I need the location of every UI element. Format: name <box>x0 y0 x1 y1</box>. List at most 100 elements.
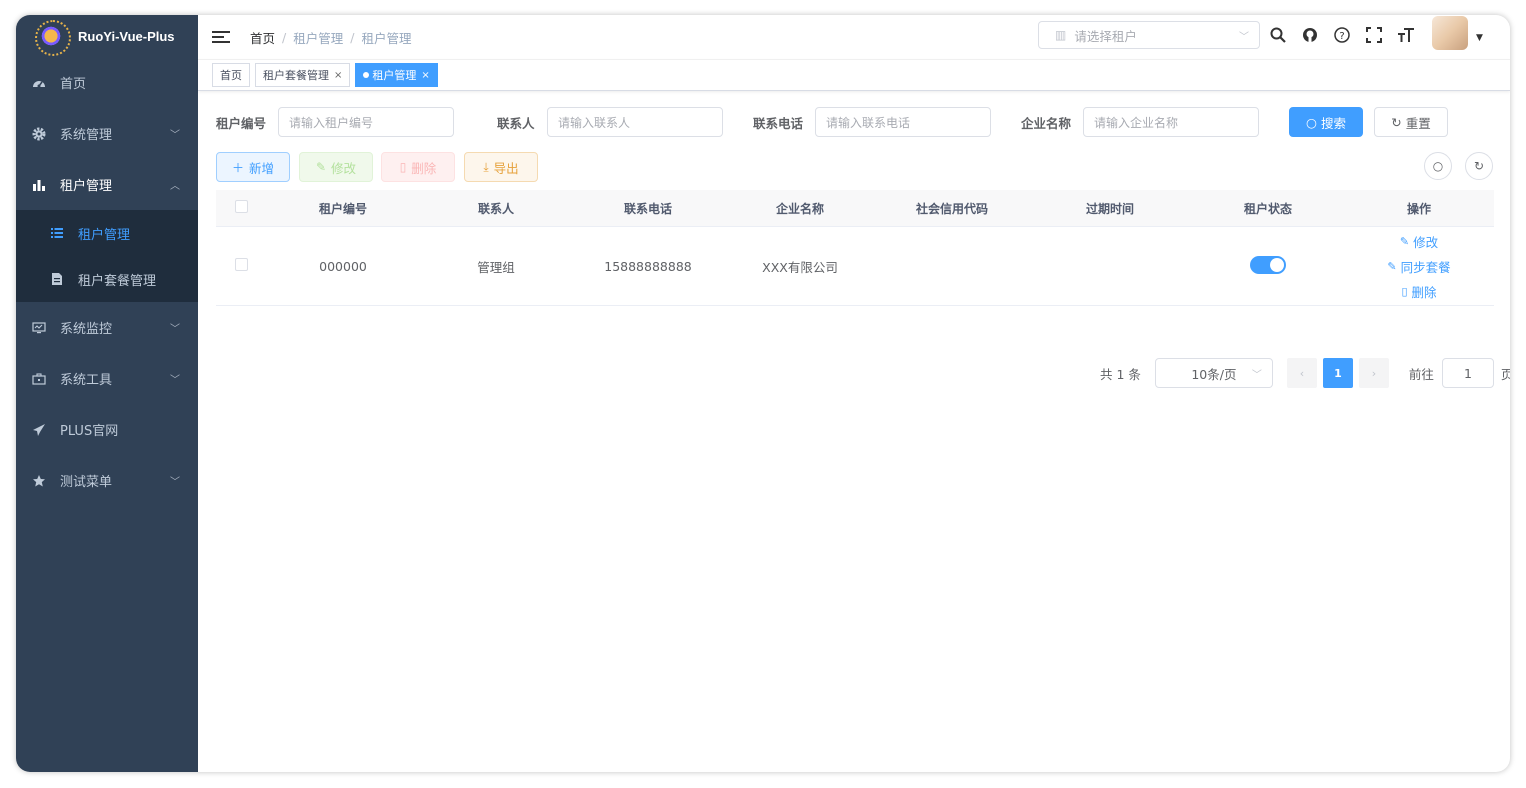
company-label: 企业名称 <box>1021 115 1072 131</box>
search-button[interactable]: ○ 搜索 <box>1289 107 1363 137</box>
link-label: 同步套餐 <box>1400 259 1451 275</box>
toolbox-icon <box>32 372 46 386</box>
logo[interactable]: RuoYi-Vue-Plus <box>16 15 198 57</box>
search-form: 租户编号 请输入租户编号 联系人 请输入联系人 联系电话 请输入联系电话 企业名… <box>216 106 1494 138</box>
column-header: 联系人 <box>477 201 514 216</box>
star-icon <box>32 474 46 488</box>
monitor-icon <box>32 321 46 335</box>
contact-input[interactable]: 请输入联系人 <box>547 107 723 137</box>
sidebar-item-monitor[interactable]: 系统监控 ﹀ <box>16 302 198 353</box>
document-icon <box>50 272 64 286</box>
breadcrumb-separator: / <box>350 29 355 45</box>
svg-text:?: ? <box>1339 31 1344 42</box>
refresh-icon: ↻ <box>1391 114 1402 130</box>
tags-view: 首页 租户套餐管理 × 租户管理 × <box>198 60 1510 91</box>
export-button[interactable]: ⤓ 导出 <box>464 152 538 182</box>
close-icon[interactable]: × <box>421 70 429 81</box>
page-suffix: 页 <box>1500 366 1510 382</box>
logo-icon <box>35 20 71 56</box>
dashboard-icon <box>32 76 46 90</box>
add-button[interactable]: ＋ 新增 <box>216 152 290 182</box>
page-number-button[interactable]: 1 <box>1322 358 1353 388</box>
help-icon[interactable]: ? <box>1332 25 1352 45</box>
column-header: 社会信用代码 <box>915 201 988 216</box>
tag-tenant-manage[interactable]: 租户管理 × <box>355 63 438 87</box>
chevron-down-icon: ﹀ <box>170 324 180 335</box>
page-size-select[interactable]: 10条/页 ﹀ <box>1154 358 1273 388</box>
sidebar-item-tenant-package[interactable]: 租户套餐管理 <box>16 256 198 302</box>
sidebar-item-tools[interactable]: 系统工具 ﹀ <box>16 353 198 404</box>
sidebar-item-label: 系统监控 <box>60 322 113 337</box>
chevron-up-icon: ︿ <box>170 181 180 192</box>
company-input[interactable]: 请输入企业名称 <box>1083 107 1259 137</box>
cell-phone: 15888888888 <box>604 258 692 274</box>
sidebar-item-tenant[interactable]: 租户管理 ︿ <box>16 159 198 210</box>
refresh-icon: ↻ <box>1473 159 1485 173</box>
row-checkbox[interactable] <box>216 258 266 274</box>
column-header: 租户状态 <box>1243 201 1292 216</box>
app-window: RuoYi-Vue-Plus 首页 系统管理 ﹀ 租户管理 ︿ 租户管理 租户套… <box>16 15 1510 772</box>
page-size-value: 10条/页 <box>1191 366 1237 382</box>
sidebar-item-system[interactable]: 系统管理 ﹀ <box>16 108 198 159</box>
sidebar-item-label: 系统工具 <box>60 373 113 388</box>
sidebar-item-home[interactable]: 首页 <box>16 57 198 108</box>
table-row: 000000 管理组 15888888888 XXX有限公司 ✎ 修改 ✎ 同步… <box>216 227 1494 306</box>
column-header: 租户编号 <box>318 201 367 216</box>
cell-tenant-id: 000000 <box>319 258 367 274</box>
next-page-button[interactable]: › <box>1358 358 1389 388</box>
edit-button[interactable]: ✎ 修改 <box>299 152 373 182</box>
button-label: 搜索 <box>1320 115 1346 131</box>
cell-contact: 管理组 <box>477 259 515 275</box>
toggle-search-button[interactable]: ○ <box>1424 152 1452 180</box>
fullscreen-icon[interactable] <box>1364 25 1384 45</box>
sidebar-item-label: PLUS官网 <box>60 424 119 439</box>
sidebar: RuoYi-Vue-Plus 首页 系统管理 ﹀ 租户管理 ︿ 租户管理 租户套… <box>16 15 198 772</box>
close-icon[interactable]: × <box>334 70 342 81</box>
reset-button[interactable]: ↻ 重置 <box>1374 107 1448 137</box>
chevron-down-icon: ﹀ <box>1239 31 1249 43</box>
caret-down-icon[interactable]: ▼ <box>1476 33 1483 43</box>
contact-label: 联系人 <box>497 115 535 131</box>
search-icon[interactable] <box>1268 25 1288 45</box>
sidebar-item-label: 租户管理 <box>78 227 131 243</box>
active-dot-icon <box>363 72 370 78</box>
breadcrumb-item: 租户管理 <box>361 30 412 46</box>
hamburger-icon[interactable] <box>212 31 230 43</box>
sidebar-item-plus-site[interactable]: PLUS官网 <box>16 404 198 455</box>
toolbar: ＋ 新增 ✎ 修改 ▯ 删除 ⤓ 导出 ○ ↻ <box>216 152 1494 184</box>
row-delete-link[interactable]: ▯ 删除 <box>1401 282 1436 301</box>
avatar[interactable] <box>1432 16 1468 50</box>
pagination: 共 1 条 10条/页 ﹀ ‹ 1 › 前往 1 页 <box>1100 358 1510 388</box>
delete-button[interactable]: ▯ 删除 <box>381 152 455 182</box>
pagination-total: 共 1 条 <box>1100 366 1141 382</box>
plus-icon: ＋ <box>231 160 244 175</box>
font-size-icon[interactable] <box>1396 25 1416 45</box>
goto-page-input[interactable]: 1 <box>1441 358 1494 388</box>
edit-icon: ✎ <box>315 160 327 174</box>
cell-status <box>1192 255 1344 277</box>
sidebar-item-label: 租户管理 <box>60 179 113 194</box>
tag-label: 首页 <box>220 69 242 82</box>
tag-tenant-package[interactable]: 租户套餐管理 × <box>255 63 351 87</box>
sidebar-item-test-menu[interactable]: 测试菜单 ﹀ <box>16 455 198 506</box>
refresh-button[interactable]: ↻ <box>1465 152 1493 180</box>
download-icon: ⤓ <box>483 159 489 174</box>
row-sync-package-link[interactable]: ✎ 同步套餐 <box>1387 257 1450 276</box>
tenant-submenu: 租户管理 租户套餐管理 <box>16 210 198 302</box>
breadcrumb-item[interactable]: 首页 <box>250 28 275 47</box>
select-all-checkbox[interactable] <box>216 200 266 216</box>
tenant-select[interactable]: ▥ 请选择租户 ﹀ <box>1038 21 1260 49</box>
breadcrumb-item: 租户管理 <box>293 30 344 46</box>
status-switch[interactable] <box>1250 255 1286 274</box>
phone-input[interactable]: 请输入联系电话 <box>815 107 991 137</box>
tenant-id-input[interactable]: 请输入租户编号 <box>278 107 454 137</box>
breadcrumb: 首页 / 租户管理 / 租户管理 <box>250 28 411 47</box>
sidebar-item-label: 租户套餐管理 <box>78 273 157 289</box>
github-icon[interactable] <box>1300 25 1320 45</box>
column-header: 操作 <box>1406 201 1431 216</box>
row-edit-link[interactable]: ✎ 修改 <box>1400 232 1438 251</box>
prev-page-button[interactable]: ‹ <box>1286 358 1317 388</box>
sidebar-item-tenant-manage[interactable]: 租户管理 <box>16 210 198 256</box>
cell-actions: ✎ 修改 ✎ 同步套餐 ▯ 删除 <box>1344 232 1494 301</box>
tag-home[interactable]: 首页 <box>212 63 250 87</box>
